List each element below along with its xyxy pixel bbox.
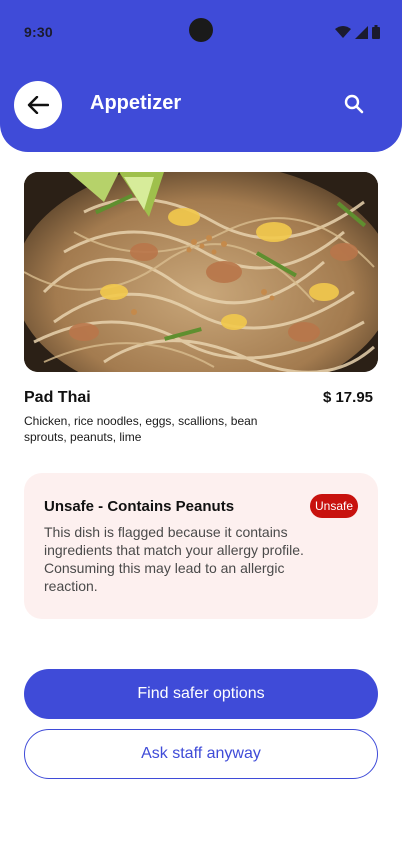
dish-description: Chicken, rice noodles, eggs, scallions, … xyxy=(24,414,258,444)
status-time: 9:30 xyxy=(24,24,53,40)
app-header: 9:30 Appetizer xyxy=(0,0,402,152)
pad-thai-illustration xyxy=(24,172,378,372)
status-icons xyxy=(335,25,380,39)
wifi-icon xyxy=(335,26,351,38)
camera-cutout xyxy=(189,18,213,42)
page-title: Appetizer xyxy=(90,92,182,114)
dish-image xyxy=(24,172,378,372)
arrow-left-icon xyxy=(27,96,49,114)
search-button[interactable] xyxy=(338,88,370,120)
dish-name: Pad Thai xyxy=(24,389,91,406)
signal-icon xyxy=(355,25,368,39)
find-safer-options-button[interactable]: Find safer options xyxy=(24,669,378,719)
battery-icon xyxy=(372,25,380,39)
ask-staff-button[interactable]: Ask staff anyway xyxy=(24,729,378,779)
allergy-warning-card: Unsafe - Contains Peanuts Unsafe This di… xyxy=(24,473,378,619)
status-badge: Unsafe xyxy=(310,494,359,518)
search-icon xyxy=(344,94,364,114)
warning-title: Unsafe - Contains Peanuts xyxy=(44,498,235,515)
warning-body: This dish is flagged because it contains… xyxy=(44,524,304,594)
dish-price: $ 17.95 xyxy=(322,389,373,406)
back-button[interactable] xyxy=(14,81,62,129)
